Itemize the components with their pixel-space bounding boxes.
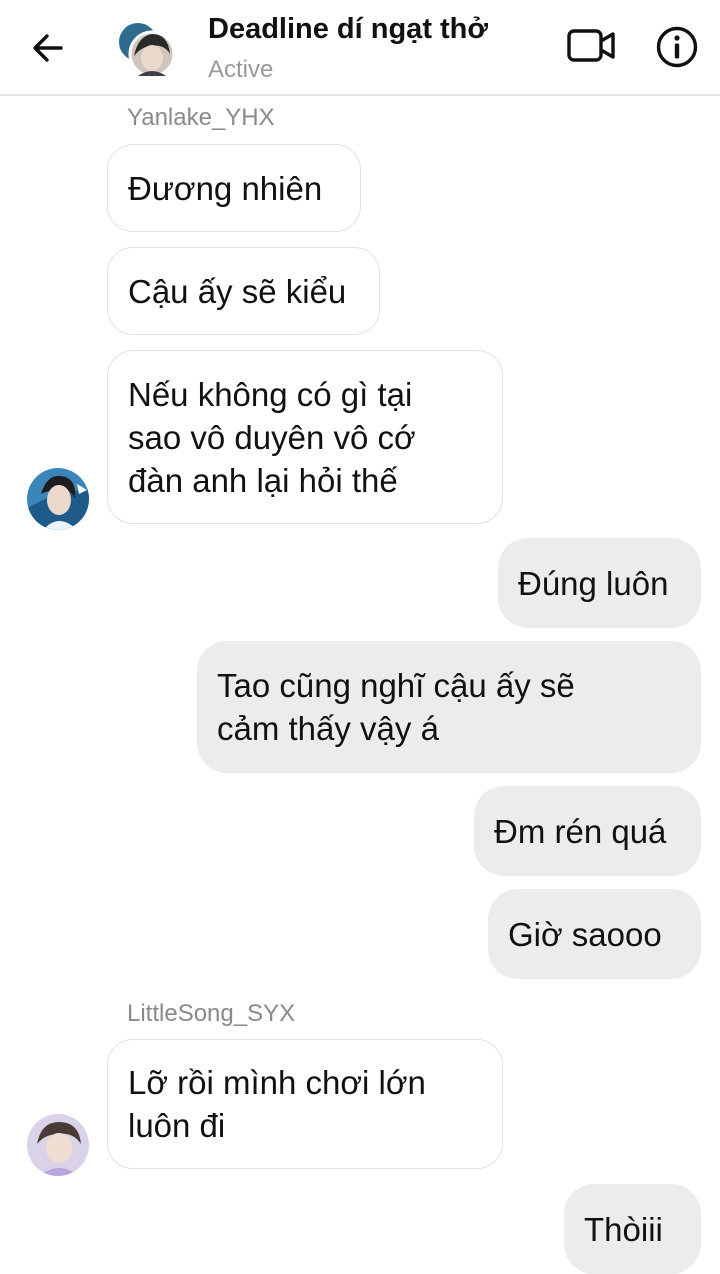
sender-name: Yanlake_YHX <box>127 104 275 131</box>
message-text: Đúng luôn <box>518 564 669 602</box>
message-text: Nếu không có gì tại sao vô duyên vô cớ đ… <box>128 375 416 499</box>
message-text: Thòiii <box>584 1210 663 1248</box>
outgoing-message-bubble[interactable]: Đm rén quá <box>474 786 701 876</box>
message-text: Đm rén quá <box>494 812 667 850</box>
sender-avatar[interactable] <box>27 1114 89 1176</box>
info-button[interactable] <box>655 25 699 69</box>
outgoing-message-bubble[interactable]: Giờ saooo <box>488 889 701 979</box>
incoming-message-bubble[interactable]: Cậu ấy sẽ kiểu <box>107 247 380 335</box>
video-camera-icon <box>567 29 615 62</box>
incoming-message-bubble[interactable]: Lỡ rồi mình chơi lớn luôn đi <box>107 1039 503 1169</box>
message-text: Tao cũng nghĩ cậu ấy sẽ cảm thấy vậy á <box>217 667 575 747</box>
outgoing-message-bubble[interactable]: Thòiii <box>564 1184 701 1274</box>
active-status: Active <box>208 56 274 83</box>
chat-header: Deadline dí ngạt thở Active <box>0 0 720 96</box>
outgoing-message-bubble[interactable]: Đúng luôn <box>498 538 701 628</box>
back-button[interactable] <box>24 22 72 74</box>
group-avatar[interactable] <box>116 16 178 78</box>
incoming-message-bubble[interactable]: Đương nhiên <box>107 144 361 232</box>
incoming-message-bubble[interactable]: Nếu không có gì tại sao vô duyên vô cớ đ… <box>107 350 503 524</box>
sender-avatar[interactable] <box>27 468 89 530</box>
info-icon <box>656 26 698 68</box>
message-text: Lỡ rồi mình chơi lớn luôn đi <box>128 1064 426 1144</box>
video-call-button[interactable] <box>566 26 618 66</box>
message-text: Đương nhiên <box>128 169 323 207</box>
sender-name: LittleSong_SYX <box>127 1000 296 1027</box>
chat-title[interactable]: Deadline dí ngạt thở <box>208 13 488 46</box>
arrow-left-icon <box>33 34 63 62</box>
outgoing-message-bubble[interactable]: Tao cũng nghĩ cậu ấy sẽ cảm thấy vậy á <box>197 641 701 773</box>
message-text: Giờ saooo <box>508 915 662 953</box>
message-text: Cậu ấy sẽ kiểu <box>128 272 347 310</box>
